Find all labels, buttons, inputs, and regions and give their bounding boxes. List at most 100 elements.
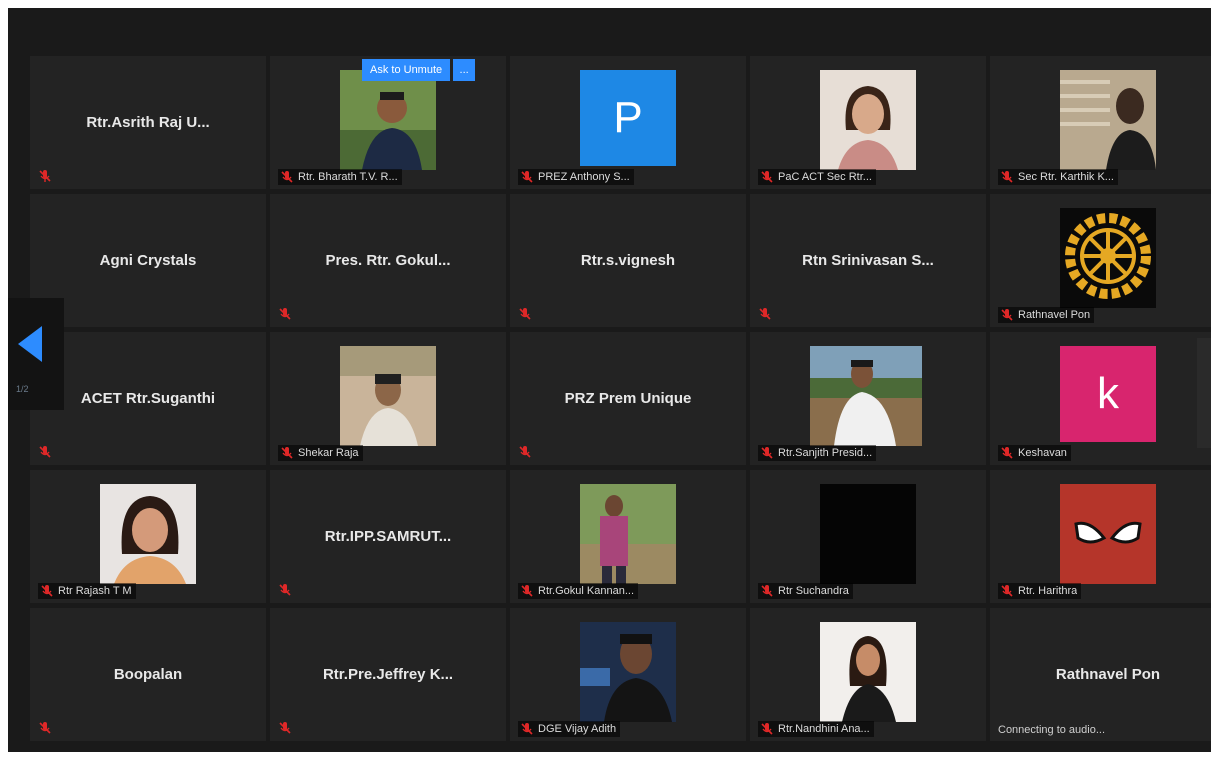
participant-tile[interactable]: Rtr.Pre.Jeffrey K... [270,608,506,741]
participant-tile[interactable]: ACET Rtr.Suganthi [30,332,266,465]
muted-mic-icon [519,446,531,458]
participant-name: Shekar Raja [298,447,359,459]
participant-name: Rtr.Asrith Raj U... [86,114,210,131]
participant-tile[interactable]: Rtr.Nandhini Ana... [750,608,986,741]
muted-mic-icon [39,722,51,734]
participant-video [1060,70,1156,170]
muted-mic-icon [281,447,293,459]
muted-mic-icon [759,308,771,320]
participant-tile[interactable]: Agni Crystals [30,194,266,327]
muted-mic-icon [521,723,533,735]
participant-video [100,484,196,584]
participant-name: Agni Crystals [99,252,197,269]
participant-tile[interactable]: P PREZ Anthony S... [510,56,746,189]
participant-tile[interactable]: Rtr Suchandra [750,470,986,603]
participant-name: Rathnavel Pon [1055,666,1161,683]
participant-tile[interactable]: Boopalan [30,608,266,741]
participant-tile[interactable]: Rtr.Gokul Kannan... [510,470,746,603]
participant-name: Rtr. Bharath T.V. R... [298,171,398,183]
participant-tile[interactable]: DGE Vijay Adith [510,608,746,741]
participant-tile[interactable]: Rtr. Harithra [990,470,1211,603]
participant-label: DGE Vijay Adith [518,721,621,737]
muted-mic-icon [761,447,773,459]
participant-label: Rtr.Gokul Kannan... [518,583,638,599]
participant-video [340,70,436,170]
participant-tile[interactable]: Sec Rtr. Karthik K... [990,56,1211,189]
spiderman-avatar [1060,484,1156,584]
participant-tile[interactable]: Rtr.Asrith Raj U... [30,56,266,189]
muted-mic-icon [761,171,773,183]
participant-name: Rtr.Pre.Jeffrey K... [322,666,454,683]
ask-to-unmute-button[interactable]: Ask to Unmute [362,59,451,81]
muted-mic-icon [761,723,773,735]
participant-tile[interactable]: PRZ Prem Unique [510,332,746,465]
avatar: k [1060,346,1156,442]
muted-mic-icon [521,585,533,597]
meeting-window: Rtr.Asrith Raj U... Ask to Unmute ... Rt… [8,8,1211,752]
participant-name: ACET Rtr.Suganthi [80,390,216,407]
participant-tile[interactable]: PaC ACT Sec Rtr... [750,56,986,189]
page-indicator: 1/2 [16,384,29,394]
muted-mic-icon [39,170,51,182]
muted-mic-icon [1001,447,1013,459]
more-options-button[interactable]: ... [453,59,476,81]
gallery-view-grid: Rtr.Asrith Raj U... Ask to Unmute ... Rt… [30,56,1211,746]
participant-name: PREZ Anthony S... [538,171,630,183]
participant-name: Rtr.Sanjith Presid... [778,447,873,459]
participant-name: Rtr Suchandra [778,585,849,597]
muted-mic-icon [41,585,53,597]
participant-name: Rtr.s.vignesh [580,252,676,269]
participant-tile[interactable]: Rathnavel Pon Connecting to audio... [990,608,1211,741]
muted-mic-icon [279,584,291,596]
participant-video [340,346,436,446]
participant-label: Rtr Rajash T M [38,583,136,599]
participant-label: Rtr.Sanjith Presid... [758,445,877,461]
participant-name: Rathnavel Pon [1018,309,1091,321]
participant-video [580,484,676,584]
participant-label: Rtr.Nandhini Ana... [758,721,874,737]
muted-mic-icon [519,308,531,320]
participant-tile[interactable]: Ask to Unmute ... Rtr. Bharath T.V. R... [270,56,506,189]
participant-video [820,70,916,170]
participant-label: Rtr. Harithra [998,583,1082,599]
muted-mic-icon [281,171,293,183]
participant-name: Rtr. Harithra [1018,585,1078,597]
participant-tile[interactable]: Pres. Rtr. Gokul... [270,194,506,327]
participant-name: DGE Vijay Adith [538,723,617,735]
participant-tile[interactable]: Rtr.Sanjith Presid... [750,332,986,465]
muted-mic-icon [1001,585,1013,597]
participant-video [820,622,916,722]
participant-tile[interactable]: Rtr.s.vignesh [510,194,746,327]
connecting-audio-status: Connecting to audio... [998,724,1106,736]
participant-name: PRZ Prem Unique [564,390,692,407]
participant-name: Pres. Rtr. Gokul... [325,252,451,269]
previous-page-button[interactable]: 1/2 [8,298,64,410]
participant-tile[interactable]: Rtn Srinivasan S... [750,194,986,327]
participant-name: Rtr.Gokul Kannan... [538,585,634,597]
participant-video [580,622,676,722]
participant-name: Rtr.Nandhini Ana... [778,723,870,735]
muted-mic-icon [39,446,51,458]
scrollbar[interactable] [1197,338,1211,448]
participant-tile[interactable]: k Keshavan [990,332,1211,465]
participant-tile[interactable]: Rtr Rajash T M [30,470,266,603]
participant-name: Sec Rtr. Karthik K... [1018,171,1114,183]
participant-label: PREZ Anthony S... [518,169,634,185]
participant-label: Keshavan [998,445,1071,461]
muted-mic-icon [1001,309,1013,321]
participant-label: Shekar Raja [278,445,363,461]
muted-mic-icon [761,585,773,597]
participant-video [820,484,916,584]
participant-tile[interactable]: Shekar Raja [270,332,506,465]
participant-label: Rtr Suchandra [758,583,853,599]
participant-label: Sec Rtr. Karthik K... [998,169,1118,185]
participant-name: PaC ACT Sec Rtr... [778,171,872,183]
participant-name: Boopalan [113,666,183,683]
ask-to-unmute-group: Ask to Unmute ... [362,59,476,81]
participant-name: Rtn Srinivasan S... [802,252,934,269]
rotary-wheel-logo [1060,208,1156,308]
participant-name: Keshavan [1018,447,1067,459]
participant-tile[interactable]: Rathnavel Pon [990,194,1211,327]
participant-label: PaC ACT Sec Rtr... [758,169,876,185]
participant-tile[interactable]: Rtr.IPP.SAMRUT... [270,470,506,603]
